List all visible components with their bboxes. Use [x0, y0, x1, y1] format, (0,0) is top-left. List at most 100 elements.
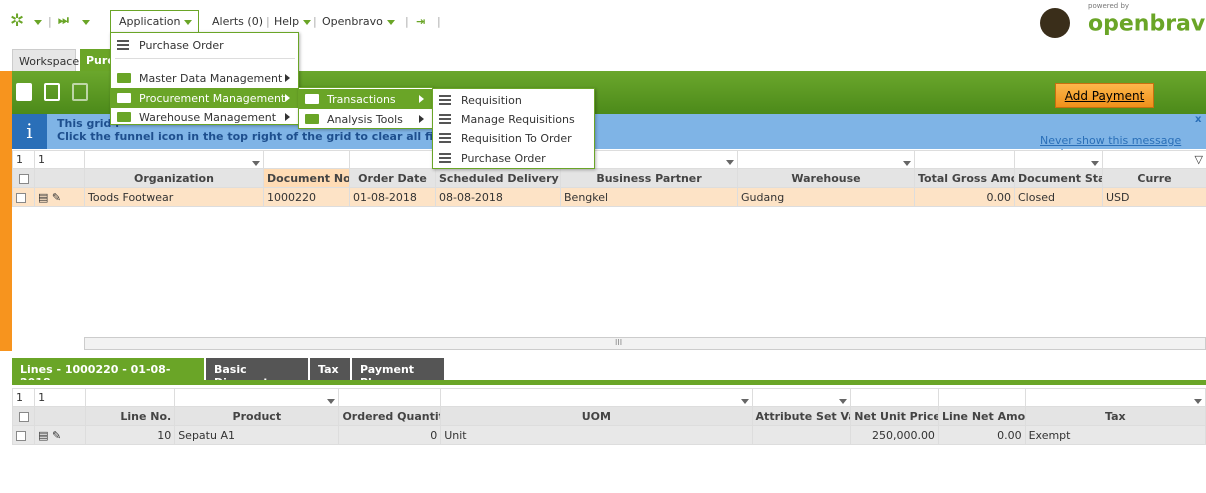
fast-forward-icon[interactable]: ⏭ [58, 13, 69, 28]
openbravo-menu[interactable]: Openbravo [322, 15, 395, 28]
cell-tax: Exempt [1024, 425, 1206, 445]
filter-qty[interactable] [338, 388, 442, 407]
logout-icon[interactable]: ⇥ [416, 15, 425, 28]
col-total-gross[interactable]: Total Gross Amount [914, 168, 1015, 188]
menu-item-purchase-order[interactable]: Purchase Order [111, 35, 298, 55]
filter-net-amount[interactable] [937, 388, 1026, 407]
filter-warehouse[interactable] [737, 150, 915, 169]
help-menu[interactable]: Help [274, 15, 312, 28]
col-delivery-date[interactable]: Scheduled Delivery Date [435, 168, 561, 188]
menu-item-requisition[interactable]: Requisition [433, 90, 594, 110]
tab-payment-plan[interactable]: Payment Plan [352, 358, 444, 389]
new-row-icon[interactable] [44, 83, 60, 101]
filter-total[interactable] [914, 150, 1015, 169]
menu-item-manage-requisitions[interactable]: Manage Requisitions [433, 109, 594, 129]
actions-header [34, 168, 85, 188]
cell-attribute [751, 425, 852, 445]
filter-attribute[interactable] [751, 388, 852, 407]
transactions-submenu: Requisition Manage Requisitions Requisit… [432, 88, 595, 169]
filter-document-no[interactable] [263, 150, 350, 169]
row-actions[interactable]: ▤ ✎ [34, 187, 85, 207]
col-organization[interactable]: Organization [84, 168, 264, 188]
menu-item-purchase-order-sub[interactable]: Purchase Order [433, 148, 594, 168]
col-line-no[interactable]: Line No. [84, 406, 176, 426]
tab-basic-discounts[interactable]: Basic Discounts [206, 358, 308, 389]
row-checkbox[interactable] [11, 425, 36, 445]
horizontal-scrollbar[interactable]: III [84, 337, 1206, 350]
cell-uom: Unit [440, 425, 753, 445]
filter-organization[interactable] [84, 150, 264, 169]
company-logo [1040, 8, 1070, 38]
save-icon[interactable] [72, 83, 88, 101]
submenu-arrow-icon [285, 74, 290, 82]
star-dropdown-icon[interactable] [30, 15, 42, 28]
cell-business-partner: Bengkel [560, 187, 738, 207]
filter-tax[interactable] [1024, 388, 1206, 407]
col-document-status[interactable]: Document Status [1014, 168, 1103, 188]
menu-item-procurement[interactable]: Procurement Management [111, 88, 298, 108]
fast-forward-dropdown-icon[interactable] [78, 15, 90, 28]
new-document-icon[interactable] [16, 83, 32, 101]
filter-uom[interactable] [440, 388, 753, 407]
col-product[interactable]: Product [174, 406, 340, 426]
menu-item-warehouse[interactable]: Warehouse Management [111, 107, 298, 127]
col-line-net-amount[interactable]: Line Net Amount [937, 406, 1026, 426]
table-row[interactable]: ▤ ✎ Toods Footwear 1000220 01-08-2018 08… [12, 187, 1206, 207]
tab-underline [12, 380, 1206, 385]
funnel-icon[interactable]: ▽ [1195, 153, 1203, 166]
menu-item-requisition-to-order[interactable]: Requisition To Order [433, 128, 594, 148]
table-row[interactable]: ▤ ✎ 10 Sepatu A1 0 Unit 250,000.00 0.00 … [11, 425, 1206, 445]
menu-item-transactions[interactable]: Transactions [299, 89, 432, 109]
cell-line-net-amount: 0.00 [937, 425, 1026, 445]
selected-count: 1 [34, 388, 86, 407]
filter-currency[interactable]: ▽ [1102, 150, 1206, 169]
alerts-link[interactable]: Alerts (0) [212, 15, 263, 28]
filter-product[interactable] [174, 388, 340, 407]
submenu-arrow-icon [285, 113, 290, 121]
filter-price[interactable] [850, 388, 939, 407]
folder-icon [117, 93, 131, 103]
filter-line-no[interactable] [84, 388, 176, 407]
info-line2: Click the funnel icon in the top right o… [57, 130, 466, 143]
filter-status[interactable] [1014, 150, 1103, 169]
menu-item-label: Purchase Order [461, 152, 546, 165]
row-checkbox[interactable] [12, 187, 35, 207]
menu-item-label: Manage Requisitions [461, 113, 575, 126]
col-warehouse[interactable]: Warehouse [737, 168, 915, 188]
folder-icon [305, 114, 319, 124]
row-actions[interactable]: ▤ ✎ [34, 425, 86, 445]
application-menu-button[interactable]: Application [110, 10, 199, 33]
select-all-checkbox[interactable] [12, 168, 35, 188]
list-icon [439, 114, 451, 124]
col-uom[interactable]: UOM [440, 406, 753, 426]
add-payment-button[interactable]: Add Payment [1055, 83, 1154, 108]
tab-workspace[interactable]: Workspace [12, 49, 79, 71]
row-count: 1 [12, 150, 35, 169]
col-currency[interactable]: Curre [1102, 168, 1206, 188]
cell-currency: USD [1102, 187, 1206, 207]
tab-tax[interactable]: Tax [310, 358, 350, 380]
nav-separator: | [405, 15, 409, 28]
cell-status: Closed [1014, 187, 1103, 207]
filter-order-date[interactable] [349, 150, 436, 169]
select-all-checkbox[interactable] [11, 406, 36, 426]
close-icon[interactable]: x [1195, 114, 1201, 125]
tab-lines[interactable]: Lines - 1000220 - 01-08-2018 ... [12, 358, 204, 389]
menu-item-master-data[interactable]: Master Data Management [111, 68, 298, 88]
cell-order-date: 01-08-2018 [349, 187, 436, 207]
col-document-no[interactable]: Document No. ▲ [263, 168, 350, 188]
menu-item-analysis-tools[interactable]: Analysis Tools [299, 109, 432, 129]
cell-warehouse: Gudang [737, 187, 915, 207]
cell-delivery-date: 08-08-2018 [435, 187, 561, 207]
col-net-unit-price[interactable]: Net Unit Price [850, 406, 939, 426]
col-attribute-set[interactable]: Attribute Set Value [751, 406, 852, 426]
orange-side-bar [0, 71, 12, 351]
col-order-date[interactable]: Order Date [349, 168, 436, 188]
col-ordered-qty[interactable]: Ordered Quantity [338, 406, 442, 426]
nav-separator: | [266, 15, 270, 28]
application-label: Application [119, 15, 181, 28]
star-icon[interactable]: ✲ [10, 11, 24, 31]
col-tax[interactable]: Tax [1024, 406, 1206, 426]
col-business-partner[interactable]: Business Partner [560, 168, 738, 188]
menu-item-label: Transactions [327, 93, 396, 106]
